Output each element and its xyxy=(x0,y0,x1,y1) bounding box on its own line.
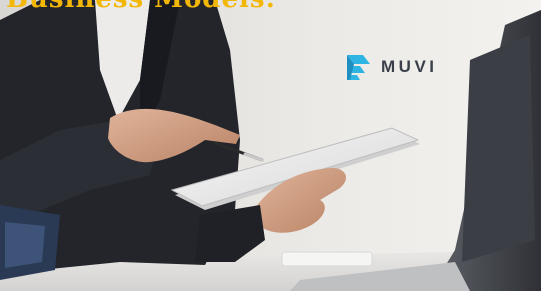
heading-strip: Business Models: xyxy=(0,0,541,12)
muvi-logo: MUVI xyxy=(343,52,438,82)
desk-device xyxy=(281,251,373,267)
hero-photo xyxy=(0,0,541,291)
logo-wordmark: MUVI xyxy=(381,57,438,76)
page-heading: Business Models: xyxy=(6,0,276,12)
muvi-logo-icon xyxy=(347,55,370,80)
